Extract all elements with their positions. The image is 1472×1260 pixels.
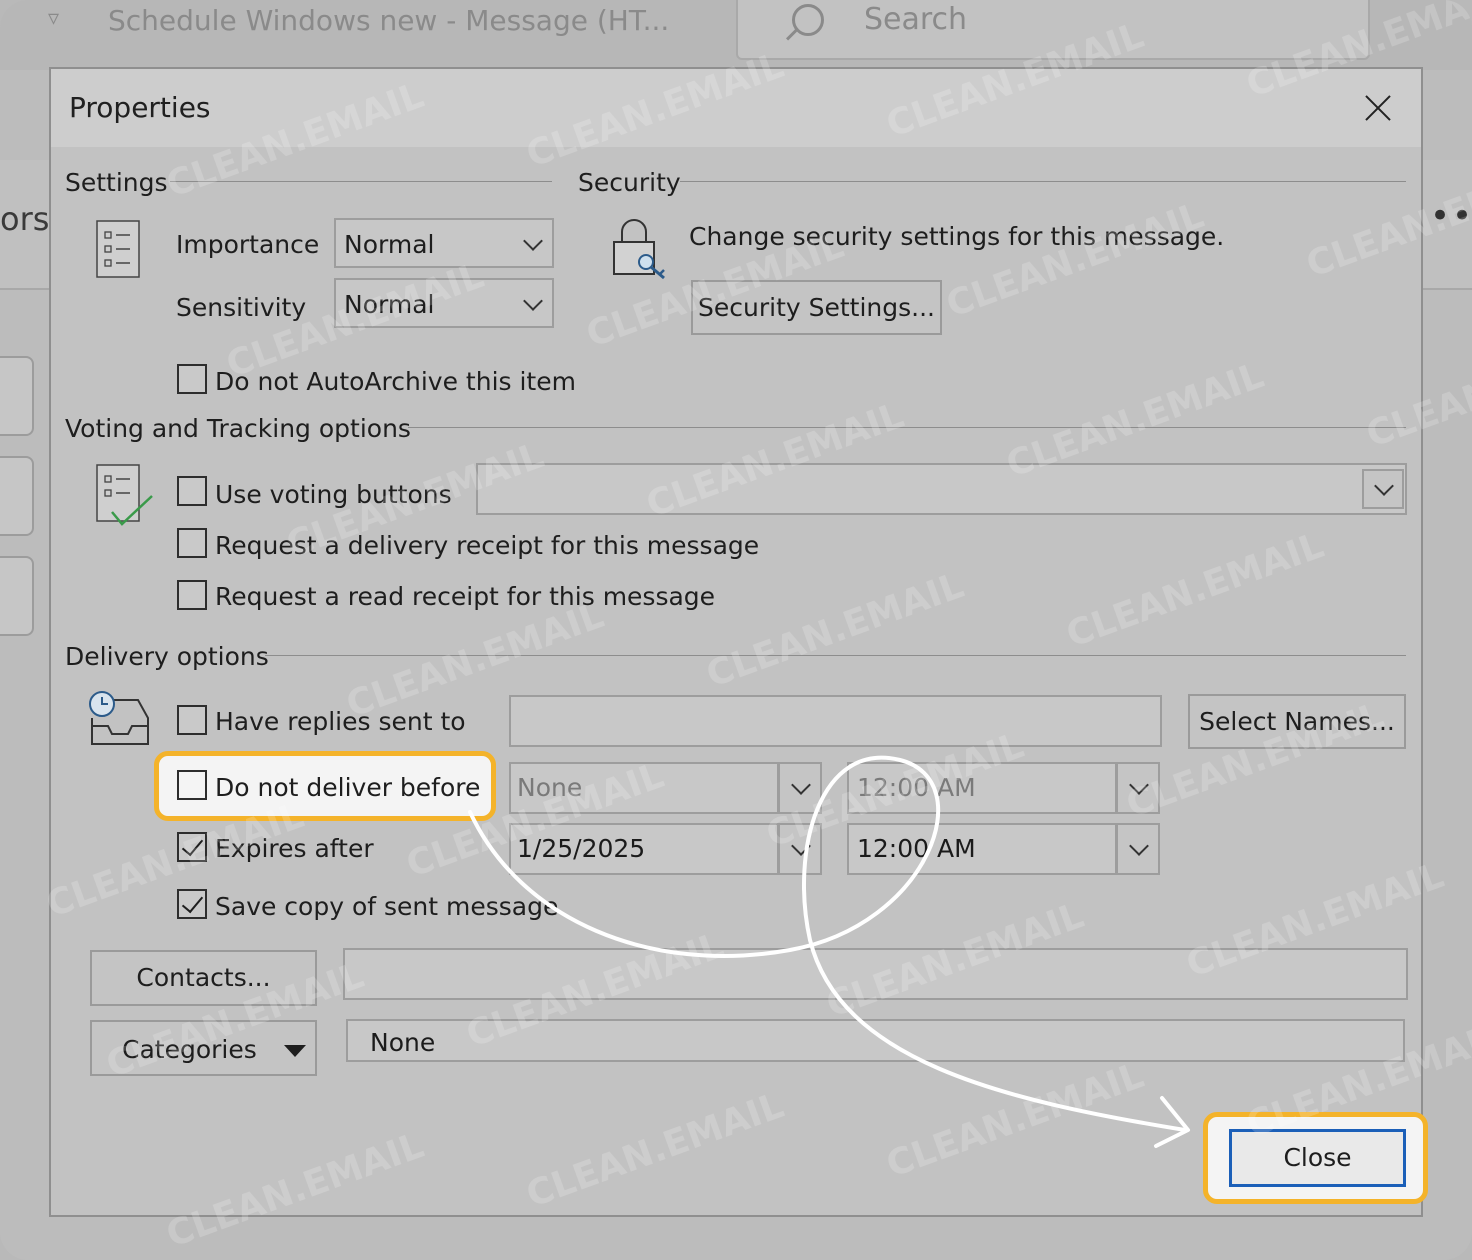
screenshot-frame: ▿ Schedule Windows new - Message (HT... … [0, 0, 1472, 1260]
arrow-head-icon [1154, 1096, 1190, 1148]
instruction-arrow-overlay [468, 755, 1190, 1148]
curved-arrow-line [468, 755, 1187, 1132]
